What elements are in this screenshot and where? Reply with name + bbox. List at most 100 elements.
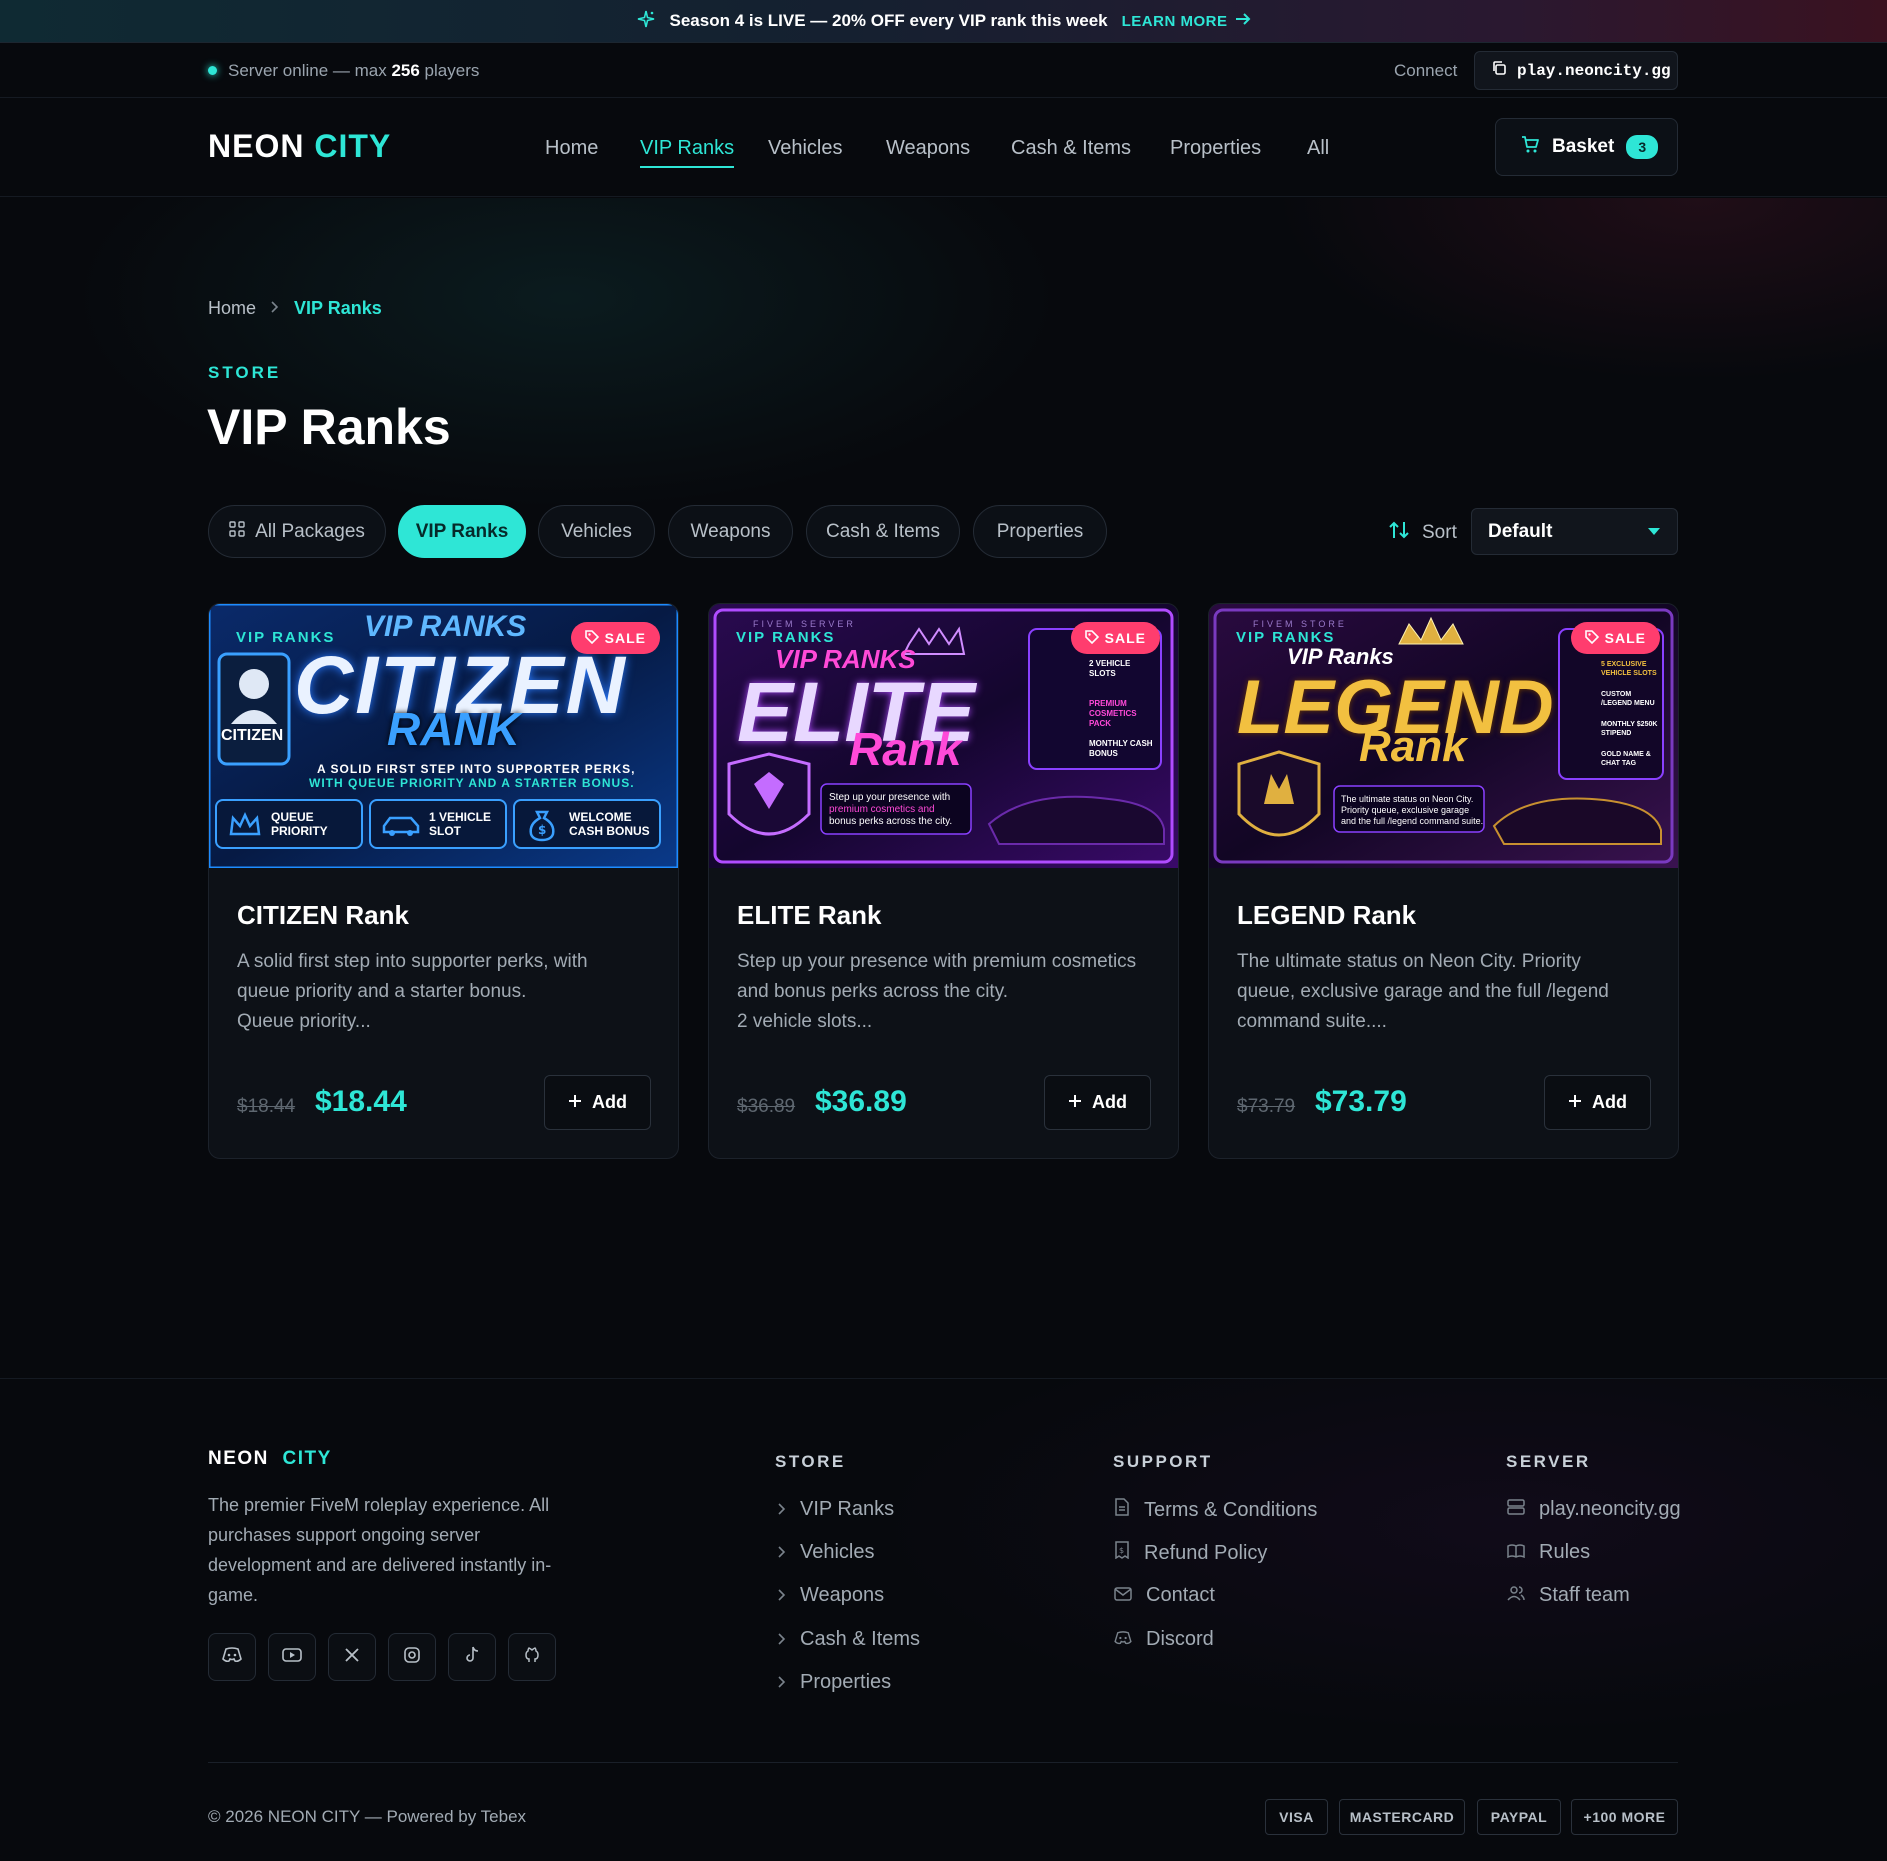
footer-link-label: Terms & Conditions xyxy=(1144,1498,1318,1521)
product-description: The ultimate status on Neon City. Priori… xyxy=(1237,947,1657,1037)
chevron-right-icon xyxy=(778,1671,786,1694)
about-line: The premier FiveM roleplay experience. A… xyxy=(208,1495,550,1515)
arrow-right-icon xyxy=(1235,12,1251,30)
payment-paypal: PAYPAL xyxy=(1477,1799,1561,1835)
learn-more-label: LEARN MORE xyxy=(1121,12,1228,30)
tag-icon xyxy=(1084,629,1099,647)
filter-vip-ranks[interactable]: VIP Ranks xyxy=(398,505,526,558)
breadcrumb: Home VIP Ranks xyxy=(208,298,382,319)
banner-perk3: MONTHLY CASH BONUS xyxy=(1089,739,1153,758)
footer-link-label: play.neoncity.gg xyxy=(1539,1498,1681,1520)
banner-sub: Rank xyxy=(849,723,962,775)
nav-cash-items[interactable]: Cash & Items xyxy=(1011,137,1131,160)
footer-link-terms[interactable]: Terms & Conditions xyxy=(1114,1498,1317,1522)
sparkle-icon xyxy=(636,9,656,34)
footer-brand: NEON CITY xyxy=(208,1448,332,1470)
desc-line: queue priority and a starter bonus. xyxy=(237,981,527,1002)
blurb-line: The ultimate status on Neon City. xyxy=(1341,794,1474,804)
footer-brand-part1: NEON xyxy=(208,1448,269,1469)
footer-link-server-address[interactable]: play.neoncity.gg xyxy=(1507,1498,1681,1521)
banner-perk1: 2 VEHICLE SLOTS xyxy=(1089,659,1131,678)
users-icon xyxy=(1507,1584,1525,1607)
server-address: play.neoncity.gg xyxy=(1517,61,1671,80)
about-line: game. xyxy=(208,1585,259,1605)
server-icon xyxy=(1507,1498,1525,1521)
product-title: CITIZEN Rank xyxy=(237,900,409,930)
original-price: $73.79 xyxy=(1237,1096,1296,1117)
footer-link-rules[interactable]: Rules xyxy=(1507,1541,1590,1564)
announcement-bar: Season 4 is LIVE — 20% OFF every VIP ran… xyxy=(0,0,1887,43)
add-label: Add xyxy=(1092,1092,1127,1112)
footer-link-vip-ranks[interactable]: VIP Ranks xyxy=(778,1498,894,1521)
brand-logo[interactable]: NEON CITY xyxy=(208,128,391,165)
sale-price: $73.79 xyxy=(1315,1085,1407,1118)
brand-part2: CITY xyxy=(314,128,392,164)
footer-about: The premier FiveM roleplay experience. A… xyxy=(208,1490,578,1610)
svg-text:$: $ xyxy=(1119,1546,1124,1555)
add-to-basket-button[interactable]: Add xyxy=(1544,1075,1651,1130)
banner-top: FIVEM STORE xyxy=(1253,619,1347,629)
nav-vehicles[interactable]: Vehicles xyxy=(768,137,843,160)
footer-link-contact[interactable]: Contact xyxy=(1114,1584,1215,1607)
sale-badge: SALE xyxy=(1570,622,1660,654)
nav-properties[interactable]: Properties xyxy=(1170,137,1261,160)
filter-all-packages[interactable]: All Packages xyxy=(208,505,386,558)
instagram-social-button[interactable] xyxy=(388,1633,436,1681)
footer-link-weapons[interactable]: Weapons xyxy=(778,1584,884,1607)
github-social-button[interactable] xyxy=(508,1633,556,1681)
original-price: $18.44 xyxy=(237,1096,296,1117)
connect-label: Connect xyxy=(1394,61,1458,80)
discord-social-button[interactable] xyxy=(208,1633,256,1681)
footer-link-staff-team[interactable]: Staff team xyxy=(1507,1584,1630,1607)
announcement-text: Season 4 is LIVE — 20% OFF every VIP ran… xyxy=(669,11,1108,30)
caret-down-icon xyxy=(1647,521,1661,543)
nav-weapons[interactable]: Weapons xyxy=(886,137,970,160)
sale-badge: SALE xyxy=(570,622,660,654)
copy-address-button[interactable]: play.neoncity.gg xyxy=(1474,51,1678,90)
product-description: A solid first step into supporter perks,… xyxy=(237,947,657,1037)
footer-link-vehicles[interactable]: Vehicles xyxy=(778,1541,875,1564)
footer-bottom-divider xyxy=(208,1762,1678,1763)
product-card-elite[interactable]: FIVEM SERVER VIP RANKS VIP RANKS ELITE R… xyxy=(708,603,1179,1159)
filter-properties[interactable]: Properties xyxy=(973,505,1107,558)
desc-line: 2 vehicle slots... xyxy=(737,1011,873,1032)
product-card-citizen[interactable]: VIP RANKS VIP RANKS CITIZEN RANK CITIZEN… xyxy=(208,603,679,1159)
receipt-icon: $ xyxy=(1114,1541,1130,1565)
desc-line: Queue priority... xyxy=(237,1011,371,1032)
filter-vehicles[interactable]: Vehicles xyxy=(538,505,655,558)
learn-more-link[interactable]: LEARN MORE xyxy=(1122,12,1252,30)
filter-weapons[interactable]: Weapons xyxy=(668,505,793,558)
sort-text: Sort xyxy=(1422,522,1457,543)
nav-all[interactable]: All xyxy=(1307,137,1329,160)
footer-link-label: Refund Policy xyxy=(1144,1541,1268,1564)
discord-icon xyxy=(1114,1628,1132,1651)
nav-home[interactable]: Home xyxy=(545,137,598,160)
status-suffix: players xyxy=(419,61,480,80)
footer-link-label: Staff team xyxy=(1539,1584,1630,1606)
breadcrumb-home[interactable]: Home xyxy=(208,298,256,319)
sale-label: SALE xyxy=(1104,630,1146,646)
x-social-button[interactable] xyxy=(328,1633,376,1681)
add-to-basket-button[interactable]: Add xyxy=(544,1075,651,1130)
tiktok-social-button[interactable] xyxy=(448,1633,496,1681)
footer-link-discord[interactable]: Discord xyxy=(1114,1628,1214,1651)
footer-link-cash-items[interactable]: Cash & Items xyxy=(778,1628,920,1651)
sort-value: Default xyxy=(1488,520,1553,542)
sale-label: SALE xyxy=(1604,630,1646,646)
nav-vip-ranks[interactable]: VIP Ranks xyxy=(640,137,735,168)
chevron-right-icon xyxy=(778,1584,786,1607)
filter-cash-items[interactable]: Cash & Items xyxy=(806,505,960,558)
basket-button[interactable]: Basket 3 xyxy=(1495,118,1678,176)
product-card-legend[interactable]: FIVEM STORE VIP RANKS VIP Ranks LEGEND R… xyxy=(1208,603,1679,1159)
youtube-social-button[interactable] xyxy=(268,1633,316,1681)
mail-icon xyxy=(1114,1584,1132,1607)
footer-link-refund[interactable]: $ Refund Policy xyxy=(1114,1541,1267,1565)
sort-select[interactable]: Default xyxy=(1471,508,1678,555)
blurb-line: bonus perks across the city. xyxy=(829,816,953,827)
add-to-basket-button[interactable]: Add xyxy=(1044,1075,1151,1130)
sale-price: $18.44 xyxy=(315,1085,407,1118)
product-title: LEGEND Rank xyxy=(1237,900,1417,930)
github-icon xyxy=(523,1646,541,1669)
footer-link-properties[interactable]: Properties xyxy=(778,1671,891,1694)
blurb-line: and the full /legend command suite. xyxy=(1341,816,1484,826)
